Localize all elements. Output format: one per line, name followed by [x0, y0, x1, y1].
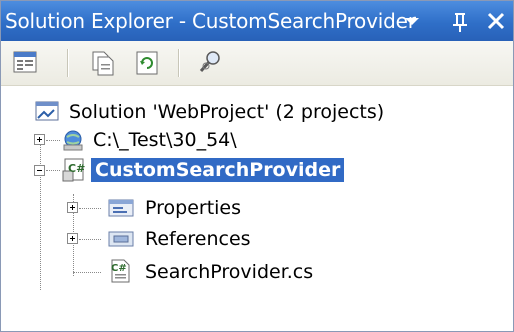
- properties-icon: [13, 51, 37, 73]
- expand-toggle[interactable]: [34, 134, 45, 145]
- refresh-button[interactable]: [133, 49, 163, 77]
- expand-toggle[interactable]: [67, 233, 78, 244]
- tree-node-label: SearchProvider.cs: [145, 261, 314, 283]
- chevron-down-icon: [405, 18, 419, 25]
- toolbar-separator: [67, 49, 69, 77]
- toolbar: [1, 41, 513, 86]
- csharp-project-icon: C#: [62, 158, 85, 182]
- window-position-dropdown-button[interactable]: [399, 7, 425, 35]
- tree-node-label: C:\_Test\30_54\: [93, 129, 237, 151]
- website-project-icon: [63, 130, 83, 151]
- auto-hide-pin-button[interactable]: [447, 7, 473, 35]
- tree-node-website[interactable]: C:\_Test\30_54\: [1, 126, 513, 154]
- properties-button[interactable]: [11, 49, 41, 77]
- close-button[interactable]: [483, 7, 509, 35]
- show-all-files-button[interactable]: [88, 49, 118, 77]
- tree-node-label: References: [145, 228, 251, 250]
- tree-node-file[interactable]: C# SearchProvider.cs: [1, 258, 513, 286]
- tree-node-solution[interactable]: Solution 'WebProject' (2 projects): [1, 98, 513, 126]
- solution-tree: Solution 'WebProject' (2 projects) C:\_T…: [1, 86, 513, 331]
- svg-text:C#: C#: [68, 162, 85, 175]
- tree-node-project[interactable]: C# CustomSearchProvider: [1, 156, 513, 184]
- pin-icon: [453, 13, 467, 32]
- show-all-files-icon: [92, 51, 114, 76]
- find-button[interactable]: [196, 49, 226, 77]
- title-bar[interactable]: Solution Explorer - CustomSearchProvider: [1, 1, 513, 41]
- close-icon: [487, 12, 505, 30]
- csharp-file-icon: C#: [111, 259, 130, 283]
- solution-explorer-window: Solution Explorer - CustomSearchProvider: [0, 0, 514, 332]
- refresh-icon: [136, 51, 158, 75]
- solution-icon: [35, 101, 59, 121]
- toolbar-separator: [178, 49, 180, 77]
- references-folder-icon: [108, 231, 134, 247]
- tree-node-references[interactable]: References: [1, 225, 513, 253]
- collapse-toggle[interactable]: [34, 165, 45, 176]
- properties-folder-icon: [108, 199, 134, 217]
- tree-node-label-selected: CustomSearchProvider: [91, 158, 345, 182]
- tree-node-properties[interactable]: Properties: [1, 194, 513, 222]
- tree-node-label: Properties: [145, 197, 242, 219]
- tree-node-label: Solution 'WebProject' (2 projects): [69, 101, 385, 123]
- expand-toggle[interactable]: [67, 202, 78, 213]
- find-icon: [199, 51, 220, 72]
- svg-text:C#: C#: [111, 263, 127, 274]
- window-title: Solution Explorer - CustomSearchProvider: [5, 9, 416, 33]
